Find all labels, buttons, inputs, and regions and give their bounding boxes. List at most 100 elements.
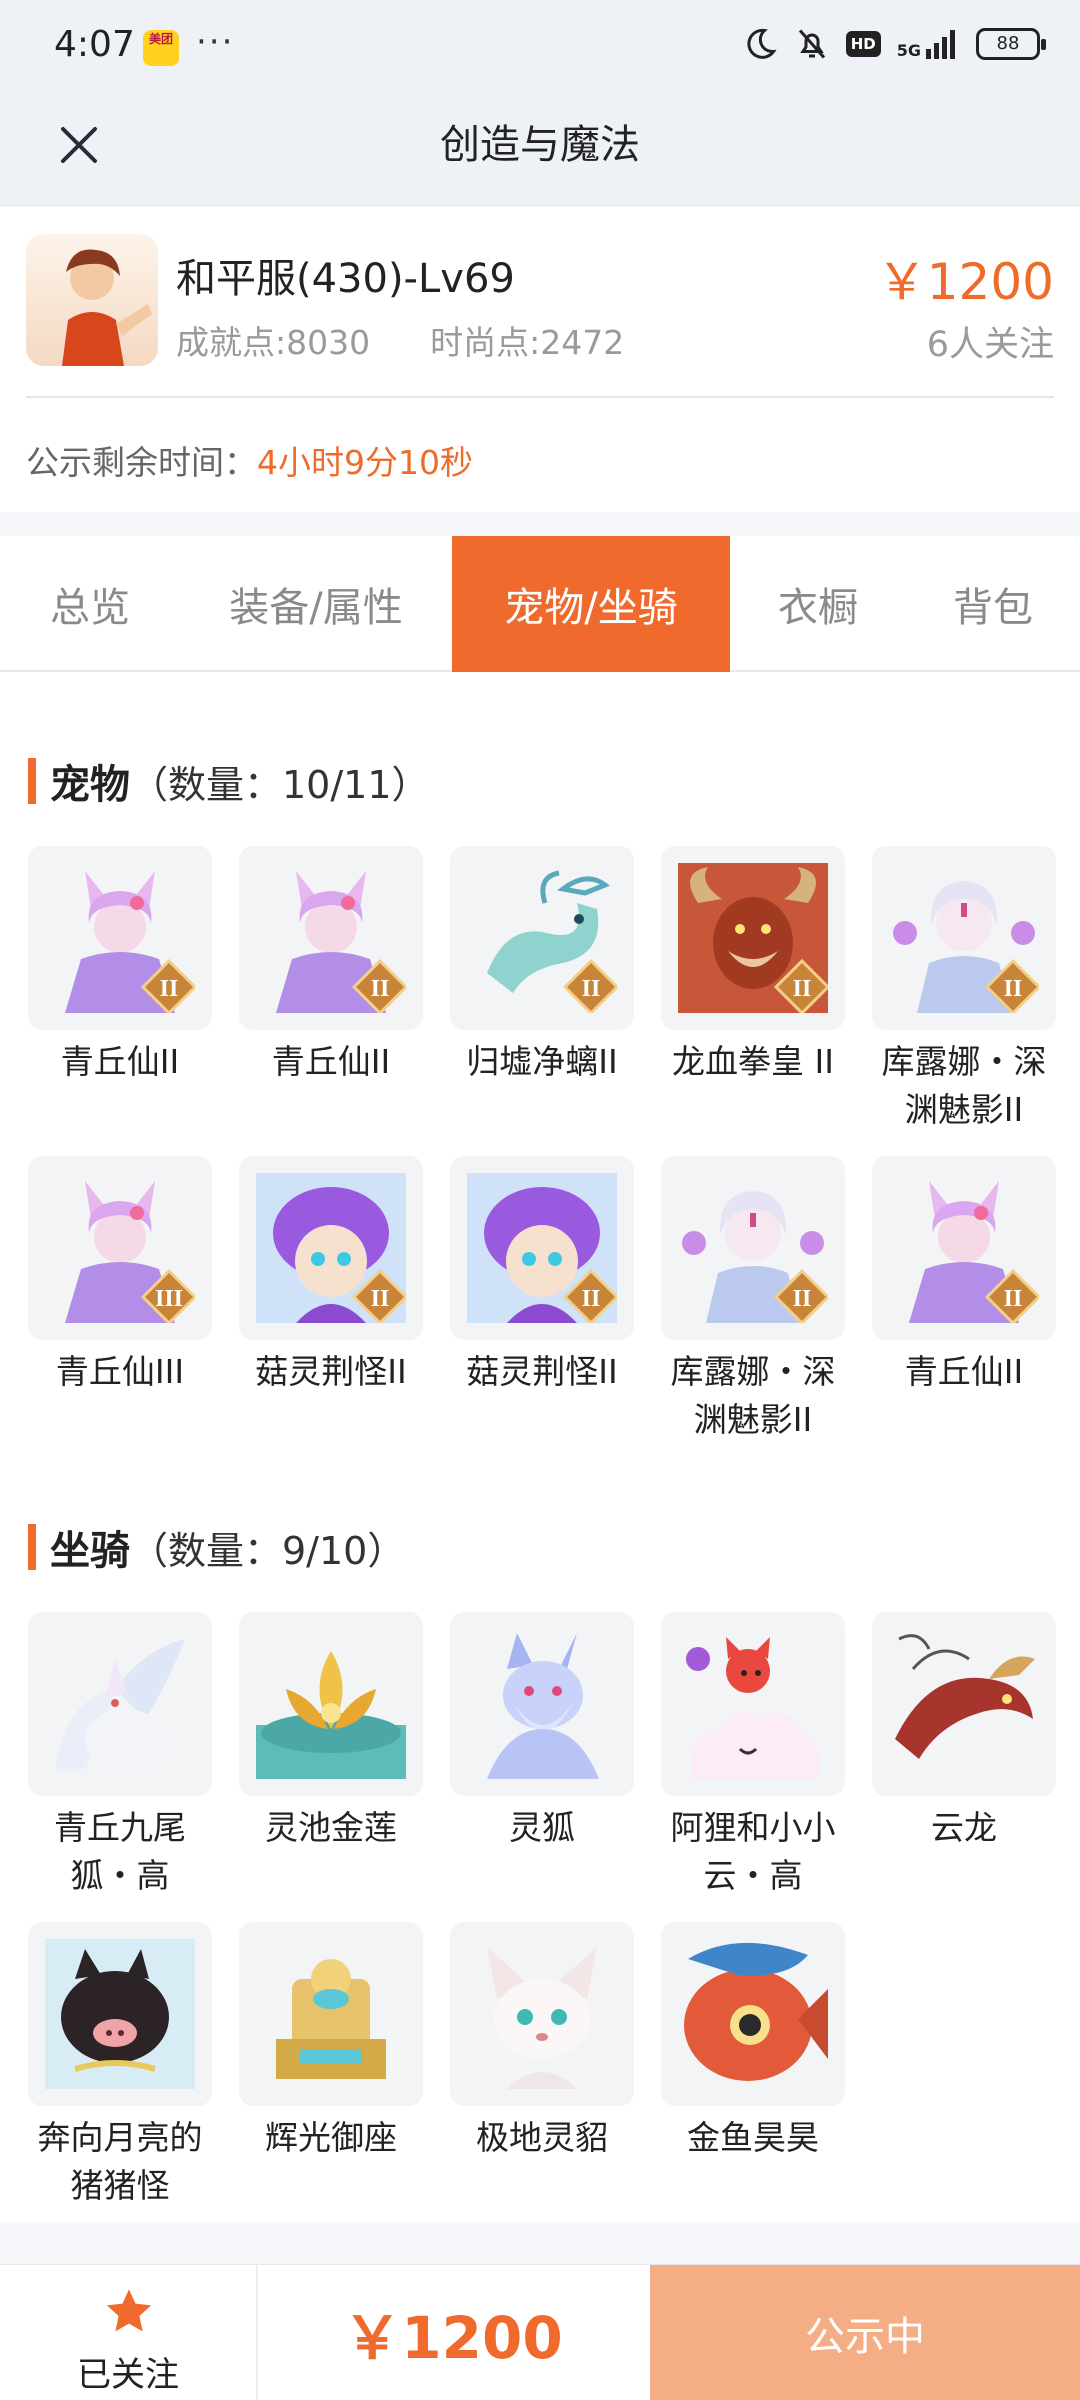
countdown-value: 4小时9分10秒 bbox=[257, 443, 473, 482]
item-thumbnail bbox=[239, 1922, 423, 2106]
grid-item[interactable]: II 菇灵荆怪II bbox=[450, 1156, 634, 1396]
mushroom-pet-icon: II bbox=[467, 1173, 617, 1323]
section-accent-bar bbox=[28, 1524, 36, 1570]
pets-title: 宠物 bbox=[50, 762, 130, 808]
item-thumbnail: II bbox=[661, 846, 845, 1030]
item-thumbnail: II bbox=[661, 1156, 845, 1340]
item-thumbnail bbox=[661, 1612, 845, 1796]
svg-text:II: II bbox=[1004, 1286, 1023, 1312]
follower-count: 6人关注 bbox=[926, 325, 1054, 365]
pets-count: （数量：10/11） bbox=[130, 762, 430, 807]
grid-item[interactable]: II 菇灵荆怪II bbox=[239, 1156, 423, 1396]
tab-overview[interactable]: 总览 bbox=[0, 536, 180, 672]
grid-item[interactable]: 云龙 bbox=[872, 1612, 1056, 1852]
item-thumbnail: II bbox=[872, 1156, 1056, 1340]
item-label: 菇灵荆怪II bbox=[466, 1352, 618, 1391]
grid-item[interactable]: II 青丘仙II bbox=[872, 1156, 1056, 1396]
throne-mount-icon bbox=[276, 1959, 386, 2079]
grid-item[interactable]: 极地灵貂 bbox=[450, 1922, 634, 2162]
grid-item[interactable]: II 青丘仙II bbox=[28, 846, 212, 1086]
svg-text:II: II bbox=[160, 976, 179, 1002]
grid-item[interactable]: II 龙血拳皇 II bbox=[661, 846, 845, 1086]
signal-icon: 5G bbox=[897, 29, 960, 59]
item-label: 青丘仙II bbox=[271, 1042, 391, 1081]
svg-text:II: II bbox=[582, 1286, 601, 1312]
star-icon bbox=[106, 2289, 152, 2332]
grid-item[interactable]: II 库露娜・深渊魅影II bbox=[661, 1156, 845, 1444]
tab-equipment[interactable]: 装备/属性 bbox=[180, 536, 452, 672]
grid-item[interactable]: II 归墟净螭II bbox=[450, 846, 634, 1086]
kuluna-pet-icon: II bbox=[682, 1191, 828, 1323]
status-time: 4:07 bbox=[54, 24, 135, 65]
status-indicators: HD 5G 88 bbox=[742, 26, 1046, 62]
moon-icon bbox=[747, 28, 777, 59]
item-thumbnail: II bbox=[450, 1156, 634, 1340]
item-thumbnail: III bbox=[28, 1156, 212, 1340]
achievement-points: 成就点:8030 bbox=[176, 323, 371, 362]
grid-item[interactable]: II 库露娜・深渊魅影II bbox=[872, 846, 1056, 1134]
grid-item[interactable]: II 青丘仙II bbox=[239, 846, 423, 1086]
grid-item[interactable]: 青丘九尾狐・高 bbox=[28, 1612, 212, 1900]
cloud-dragon-mount-icon bbox=[895, 1634, 1035, 1759]
item-label: 龙血拳皇 II bbox=[672, 1042, 834, 1081]
section-accent-bar bbox=[28, 758, 36, 804]
item-thumbnail bbox=[28, 1612, 212, 1796]
minotaur-pet-icon: II bbox=[678, 863, 828, 1013]
arctic-mink-mount-icon bbox=[487, 1947, 597, 2089]
item-thumbnail bbox=[239, 1612, 423, 1796]
grid-item[interactable]: 金鱼昊昊 bbox=[661, 1922, 845, 2162]
item-label: 云龙 bbox=[931, 1808, 997, 1847]
grid-item[interactable]: 阿狸和小小云・高 bbox=[661, 1612, 845, 1900]
golden-lotus-mount-icon bbox=[256, 1651, 406, 1779]
item-label: 青丘九尾狐・高 bbox=[54, 1808, 186, 1895]
kuluna-pet-icon: II bbox=[893, 881, 1039, 1013]
item-label: 库露娜・深渊魅影II bbox=[881, 1042, 1047, 1129]
page-title: 创造与魔法 bbox=[440, 122, 640, 168]
character-avatar-icon bbox=[62, 249, 152, 366]
fox-fairy-pet-icon: II bbox=[909, 1181, 1039, 1323]
divider bbox=[26, 396, 1054, 398]
item-label: 青丘仙II bbox=[60, 1042, 180, 1081]
tab-wardrobe[interactable]: 衣橱 bbox=[730, 536, 906, 672]
svg-text:II: II bbox=[582, 976, 601, 1002]
status-button[interactable]: 公示中 bbox=[650, 2265, 1080, 2400]
hd-icon: HD bbox=[845, 31, 881, 57]
grid-item[interactable]: 灵池金莲 bbox=[239, 1612, 423, 1852]
top-nav: 创造与魔法 bbox=[0, 96, 1080, 206]
price: ￥1200 bbox=[876, 253, 1054, 311]
grid-item[interactable]: 奔向月亮的猪猪怪 bbox=[28, 1922, 212, 2210]
pets-section-title: 宠物 （数量：10/11） bbox=[28, 752, 430, 810]
item-thumbnail: II bbox=[28, 846, 212, 1030]
pig-mount-icon bbox=[45, 1939, 195, 2089]
meituan-app-icon: 美团 bbox=[143, 30, 179, 66]
item-thumbnail: II bbox=[239, 846, 423, 1030]
item-label: 灵池金莲 bbox=[265, 1808, 397, 1847]
bottom-price: ￥1200 bbox=[343, 2304, 563, 2372]
item-label: 库露娜・深渊魅影II bbox=[670, 1352, 836, 1439]
character-summary: 和平服(430)-Lv69 成就点:8030 时尚点:2472 ￥1200 6人… bbox=[0, 206, 1080, 512]
item-thumbnail bbox=[450, 1922, 634, 2106]
tab-pets-mounts[interactable]: 宠物/坐骑 bbox=[452, 536, 730, 672]
character-name: 和平服(430)-Lv69 bbox=[176, 256, 515, 302]
fashion-points: 时尚点:2472 bbox=[430, 323, 625, 362]
svg-text:II: II bbox=[371, 1286, 390, 1312]
follow-button[interactable]: 已关注 bbox=[0, 2265, 258, 2400]
mute-bell-icon bbox=[798, 29, 825, 59]
grid-item[interactable]: 灵狐 bbox=[450, 1612, 634, 1852]
item-label: 菇灵荆怪II bbox=[255, 1352, 407, 1391]
grid-item[interactable]: III 青丘仙III bbox=[28, 1156, 212, 1396]
fox-fairy-pet-icon: II bbox=[65, 871, 195, 1013]
grid-item[interactable]: 辉光御座 bbox=[239, 1922, 423, 2162]
item-thumbnail: II bbox=[450, 846, 634, 1030]
character-stats: 成就点:8030 时尚点:2472 bbox=[176, 316, 624, 364]
item-thumbnail bbox=[28, 1922, 212, 2106]
spirit-fox-mount-icon bbox=[487, 1633, 599, 1779]
more-notifications-icon: ··· bbox=[196, 22, 235, 62]
svg-text:II: II bbox=[1004, 976, 1023, 1002]
tab-backpack[interactable]: 背包 bbox=[906, 536, 1080, 672]
svg-text:II: II bbox=[793, 976, 812, 1002]
goldfish-mount-icon bbox=[684, 1942, 828, 2081]
item-label: 青丘仙III bbox=[55, 1352, 185, 1391]
item-thumbnail bbox=[450, 1612, 634, 1796]
countdown-label: 公示剩余时间： bbox=[26, 443, 257, 482]
